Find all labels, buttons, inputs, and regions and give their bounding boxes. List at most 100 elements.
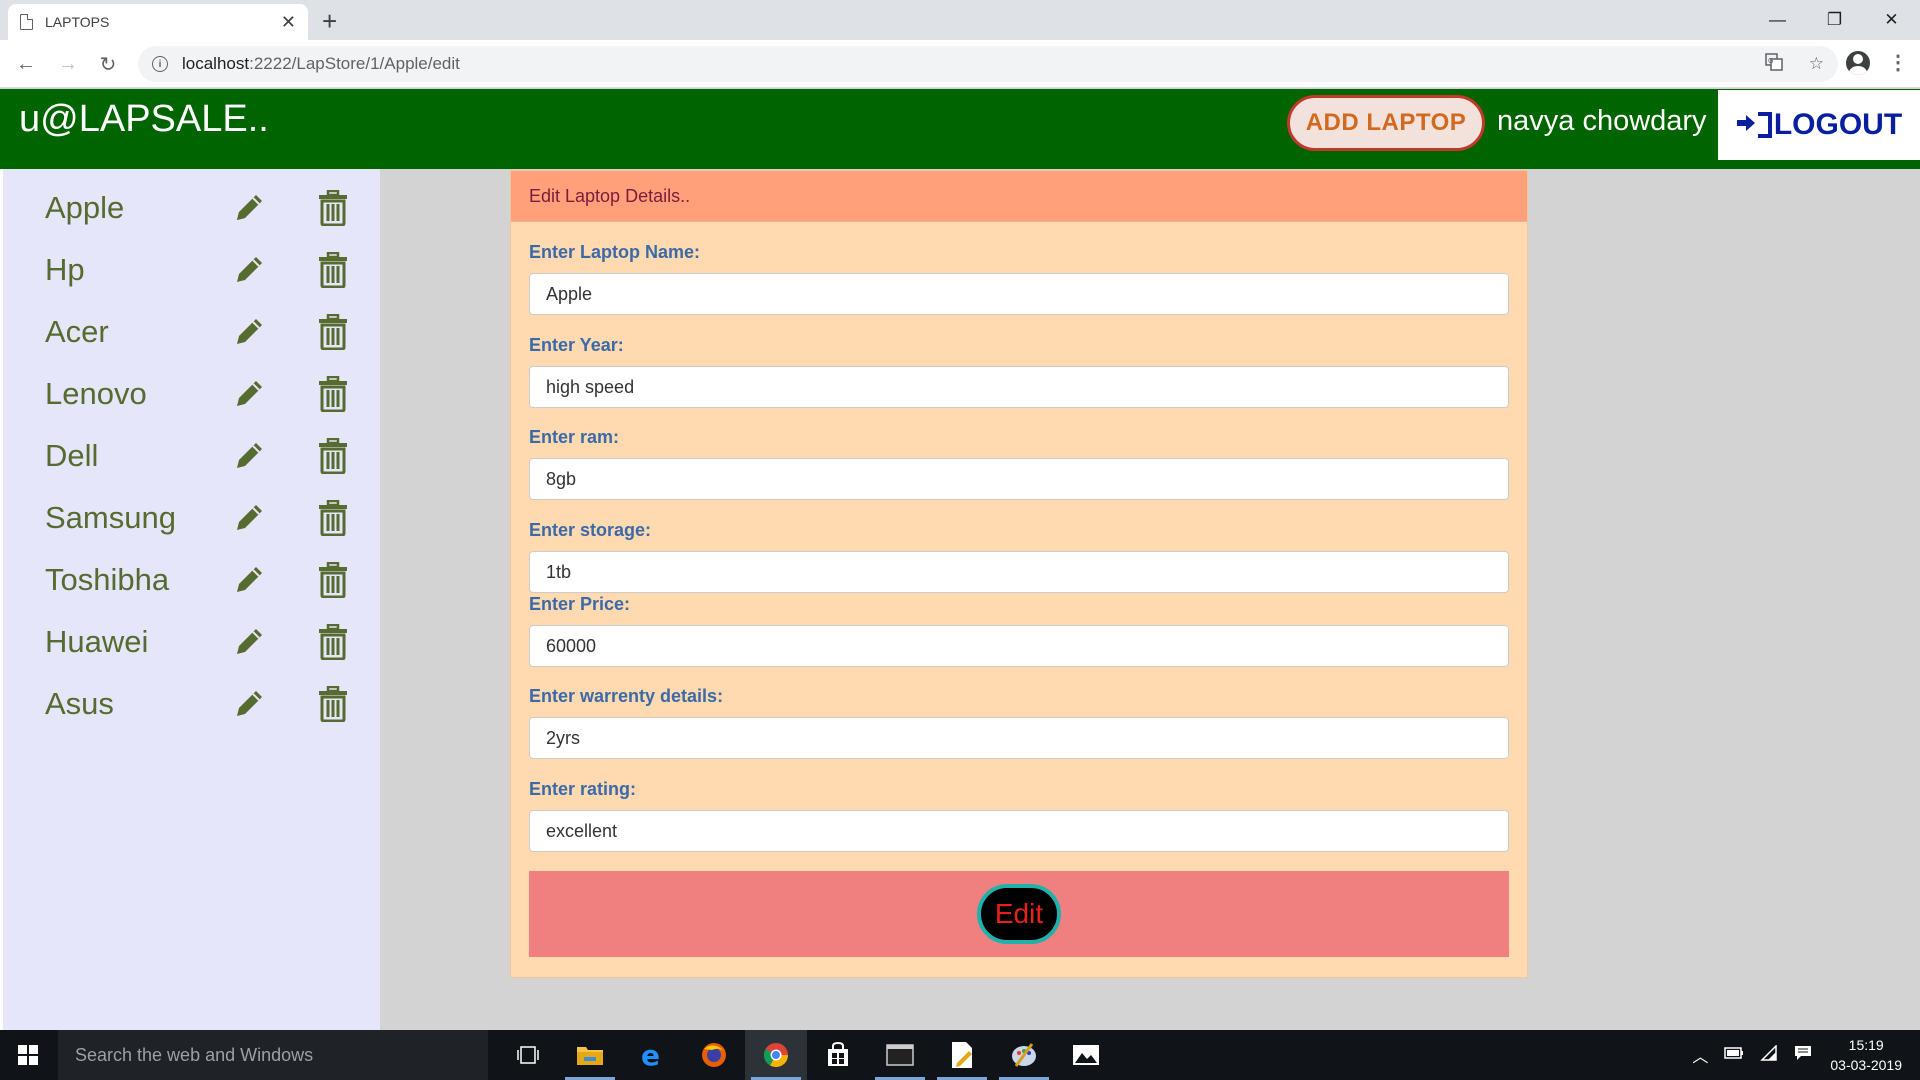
sidebar-item-label[interactable]: Hp xyxy=(45,252,229,288)
back-arrow-icon[interactable]: ← xyxy=(14,52,38,76)
system-tray: ︿ 15:19 03-03-2019 xyxy=(1684,1030,1920,1080)
firefox-icon[interactable] xyxy=(683,1030,745,1080)
svg-text:e: e xyxy=(641,1041,660,1069)
forward-arrow-icon[interactable]: → xyxy=(56,52,80,76)
logout-button[interactable]: LOGOUT xyxy=(1718,90,1920,160)
store-icon[interactable] xyxy=(807,1030,869,1080)
rating-label: Enter rating: xyxy=(529,779,637,799)
page-icon xyxy=(20,14,33,30)
terminal-icon[interactable] xyxy=(869,1030,931,1080)
tab-title: LAPTOPS xyxy=(45,14,110,30)
ram-input[interactable]: 8gb xyxy=(529,458,1509,500)
sidebar-item-samsung: Samsung xyxy=(45,487,365,549)
ram-label: Enter ram: xyxy=(529,427,620,447)
profile-avatar-icon[interactable] xyxy=(1846,50,1870,75)
pencil-icon[interactable] xyxy=(229,436,269,476)
trash-icon[interactable] xyxy=(313,436,353,476)
chrome-icon[interactable] xyxy=(745,1030,807,1080)
sidebar-item-label[interactable]: Toshibha xyxy=(45,562,229,598)
pencil-icon[interactable] xyxy=(229,374,269,414)
sidebar-item-asus: Asus xyxy=(45,673,365,735)
sidebar-item-label[interactable]: Acer xyxy=(45,314,229,350)
warranty-label: Enter warrenty details: xyxy=(529,686,724,706)
logout-label: LOGOUT xyxy=(1773,108,1903,141)
sidebar-item-dell: Dell xyxy=(45,425,365,487)
pencil-icon[interactable] xyxy=(229,684,269,724)
pencil-icon[interactable] xyxy=(229,312,269,352)
submit-bar: Edit xyxy=(529,871,1509,957)
trash-icon[interactable] xyxy=(313,188,353,228)
paint-icon[interactable] xyxy=(993,1030,1055,1080)
year-input[interactable]: high speed xyxy=(529,366,1509,408)
trash-icon[interactable] xyxy=(313,684,353,724)
translate-icon[interactable]: G xyxy=(1765,52,1783,76)
sidebar-item-label[interactable]: Asus xyxy=(45,686,229,722)
pencil-icon[interactable] xyxy=(229,622,269,662)
trash-icon[interactable] xyxy=(313,250,353,290)
price-label: Enter Price: xyxy=(529,594,631,614)
start-button[interactable] xyxy=(0,1030,56,1080)
taskbar-search[interactable]: Search the web and Windows xyxy=(58,1030,488,1080)
sidebar-item-label[interactable]: Dell xyxy=(45,438,229,474)
warranty-input[interactable]: 2yrs xyxy=(529,717,1509,759)
pencil-icon[interactable] xyxy=(229,560,269,600)
logout-arrow-icon xyxy=(1736,110,1758,141)
edge-browser-icon[interactable]: e xyxy=(621,1030,683,1080)
edit-submit-button[interactable]: Edit xyxy=(977,884,1061,944)
menu-kebab-icon[interactable]: ⋮ xyxy=(1888,50,1908,75)
sidebar-item-hp: Hp xyxy=(45,239,365,301)
laptop-name-label: Enter Laptop Name: xyxy=(529,242,701,262)
year-label: Enter Year: xyxy=(529,335,624,355)
storage-label: Enter storage: xyxy=(529,520,652,540)
trash-icon[interactable] xyxy=(313,498,353,538)
sidebar-item-label[interactable]: Lenovo xyxy=(45,376,229,412)
bookmark-star-icon[interactable]: ☆ xyxy=(1809,54,1824,74)
clock-time: 15:19 xyxy=(1848,1037,1884,1053)
minimize-button[interactable]: — xyxy=(1749,0,1806,40)
pencil-icon[interactable] xyxy=(229,188,269,228)
tray-chevron-icon[interactable]: ︿ xyxy=(1692,1043,1708,1067)
site-info-icon[interactable]: i xyxy=(152,56,168,72)
card-title: Edit Laptop Details.. xyxy=(511,171,1527,222)
action-center-icon[interactable] xyxy=(1794,1045,1812,1066)
trash-icon[interactable] xyxy=(313,622,353,662)
sidebar-item-toshibha: Toshibha xyxy=(45,549,365,611)
price-input[interactable]: 60000 xyxy=(529,625,1509,667)
sidebar-item-label[interactable]: Apple xyxy=(45,190,229,226)
sidebar-item-huawei: Huawei xyxy=(45,611,365,673)
taskbar-apps: e xyxy=(497,1030,1117,1080)
laptop-name-input[interactable]: Apple xyxy=(529,273,1509,315)
add-laptop-button[interactable]: ADD LAPTOP xyxy=(1287,95,1485,151)
task-view-icon[interactable] xyxy=(497,1030,559,1080)
close-window-button[interactable]: ✕ xyxy=(1863,0,1920,40)
pencil-icon[interactable] xyxy=(229,250,269,290)
photos-icon[interactable] xyxy=(1055,1030,1117,1080)
svg-text:G: G xyxy=(1768,57,1773,65)
wifi-icon[interactable] xyxy=(1760,1043,1778,1066)
new-tab-button[interactable]: + xyxy=(322,6,337,37)
file-explorer-icon[interactable] xyxy=(559,1030,621,1080)
trash-icon[interactable] xyxy=(313,560,353,600)
restore-button[interactable]: ❐ xyxy=(1806,0,1863,40)
brand-logo-text[interactable]: u@LAPSALE.. xyxy=(19,97,269,143)
tab-close-icon[interactable]: ✕ xyxy=(281,12,296,33)
trash-icon[interactable] xyxy=(313,312,353,352)
logout-door-icon xyxy=(1757,112,1772,138)
trash-icon[interactable] xyxy=(313,374,353,414)
rating-input[interactable]: excellent xyxy=(529,810,1509,852)
sidebar-item-label[interactable]: Huawei xyxy=(45,624,229,660)
edit-laptop-card: Edit Laptop Details.. Enter Laptop Name:… xyxy=(510,170,1528,978)
document-editor-icon[interactable] xyxy=(931,1030,993,1080)
reload-icon[interactable]: ↻ xyxy=(96,52,120,76)
browser-tab[interactable]: LAPTOPS ✕ xyxy=(8,4,308,40)
pencil-icon[interactable] xyxy=(229,498,269,538)
battery-icon[interactable] xyxy=(1724,1046,1744,1064)
sidebar-item-label[interactable]: Samsung xyxy=(45,500,229,536)
browser-toolbar: ← → ↻ i localhost :2222/LapStore/1/Apple… xyxy=(0,40,1920,88)
taskbar-clock[interactable]: 15:19 03-03-2019 xyxy=(1830,1035,1902,1075)
storage-input[interactable]: 1tb xyxy=(529,551,1509,593)
user-name: navya chowdary xyxy=(1497,105,1707,137)
brand-sidebar: Apple Hp Acer Lenovo Dell Samsung Toshib… xyxy=(0,169,380,1030)
address-bar[interactable]: i localhost :2222/LapStore/1/Apple/edit … xyxy=(138,46,1838,82)
app-header: u@LAPSALE.. ADD LAPTOP navya chowdary LO… xyxy=(0,89,1920,169)
